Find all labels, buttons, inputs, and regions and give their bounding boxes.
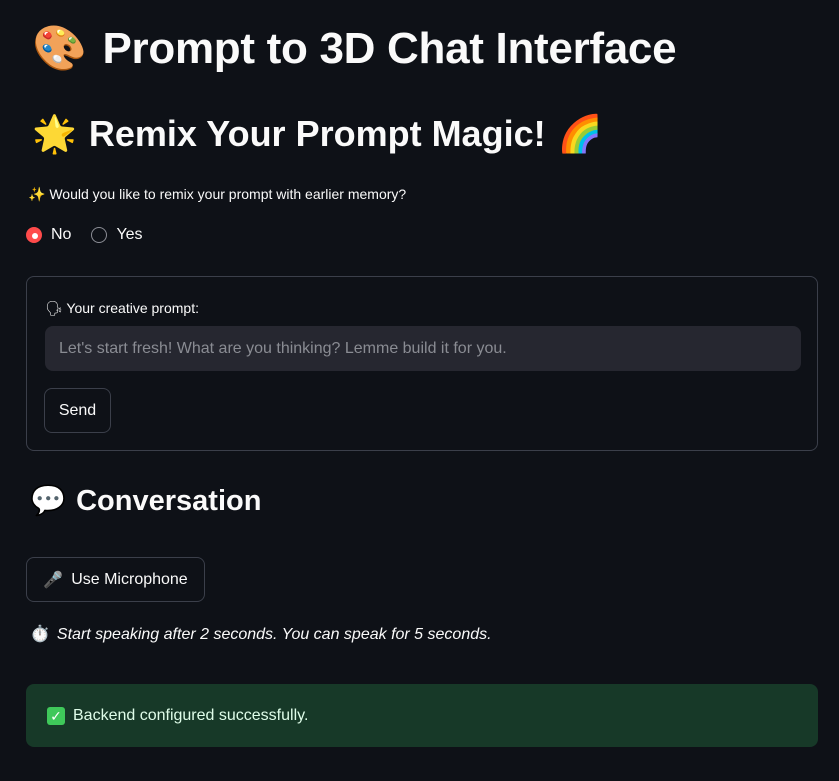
speaking-hint: ⏱️ Start speaking after 2 seconds. You ca… — [30, 624, 492, 644]
rainbow-icon: 🌈 — [557, 114, 603, 155]
radio-label-yes: Yes — [116, 226, 143, 243]
speech-bubble-icon: 💬 — [30, 483, 67, 517]
success-message: Backend configured successfully. — [73, 706, 309, 724]
remix-question-text: Would you like to remix your prompt with… — [49, 186, 407, 202]
remix-question-label: ✨ Would you like to remix your prompt wi… — [28, 186, 406, 203]
use-microphone-button[interactable]: 🎤 Use Microphone — [26, 557, 205, 602]
page-title: 🎨 Prompt to 3D Chat Interface — [32, 22, 677, 74]
send-button[interactable]: Send — [44, 388, 111, 433]
prompt-input-label-text: Your creative prompt: — [66, 300, 199, 316]
speaking-head-icon: 🗣 — [45, 301, 63, 317]
radio-option-yes[interactable]: Yes — [91, 226, 143, 244]
use-microphone-label: Use Microphone — [71, 570, 188, 588]
prompt-input[interactable] — [45, 326, 801, 371]
prompt-form: 🗣 Your creative prompt: Send — [26, 276, 818, 451]
conversation-title-text: Conversation — [76, 485, 262, 517]
conversation-title: 💬 Conversation — [30, 483, 261, 518]
check-mark-icon: ✓ — [47, 706, 65, 725]
radio-button-no[interactable] — [26, 227, 42, 243]
speaking-hint-text: Start speaking after 2 seconds. You can … — [56, 626, 492, 643]
palette-icon: 🎨 — [32, 23, 87, 74]
remix-section-title-text: Remix Your Prompt Magic! — [88, 113, 546, 154]
page-title-text: Prompt to 3D Chat Interface — [102, 24, 677, 73]
remix-radio-group: No Yes — [26, 226, 143, 244]
star-icon: 🌟 — [32, 114, 77, 155]
radio-option-no[interactable]: No — [26, 226, 71, 244]
sparkles-icon: ✨ — [28, 187, 46, 203]
success-alert: ✓ Backend configured successfully. — [26, 684, 818, 747]
microphone-icon: 🎤 — [43, 570, 64, 589]
remix-section-title: 🌟 Remix Your Prompt Magic! 🌈 — [32, 113, 614, 155]
prompt-input-label: 🗣 Your creative prompt: — [45, 300, 199, 317]
stopwatch-icon: ⏱️ — [30, 624, 50, 643]
radio-label-no: No — [51, 226, 72, 243]
radio-button-yes[interactable] — [91, 227, 108, 243]
app-page: 🎨 Prompt to 3D Chat Interface 🌟 Remix Your… — [0, 0, 839, 781]
